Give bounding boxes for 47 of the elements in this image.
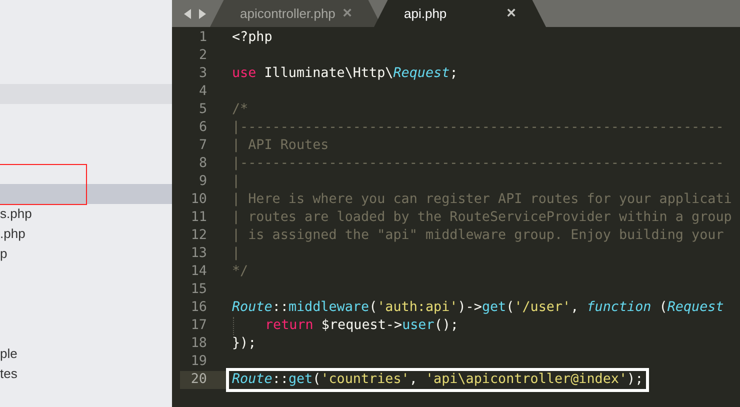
line-number: 5 [198, 101, 208, 119]
sidebar-item[interactable]: tes [0, 364, 172, 384]
code-line: | is assigned the "api" middleware group. Enjoy building your [232, 227, 724, 245]
line-number: 17 [190, 317, 208, 335]
line-number: 11 [190, 209, 208, 227]
sidebar-item[interactable]: s.php [0, 204, 172, 224]
code-line: | API Routes [232, 137, 329, 155]
line-number: 3 [198, 65, 208, 83]
line-number: 4 [198, 83, 208, 101]
code-line: use Illuminate\Http\Request; [232, 65, 458, 83]
line-number: 2 [198, 47, 208, 65]
code-line: | [232, 245, 240, 263]
line-number: 7 [198, 137, 208, 155]
close-icon[interactable]: × [506, 2, 516, 26]
line-number: 19 [190, 353, 208, 371]
editor-tab[interactable]: api.php × [374, 0, 546, 27]
line-number: 14 [190, 263, 208, 281]
back-arrow-icon[interactable] [184, 8, 192, 18]
code-line: <?php [232, 29, 272, 47]
code-line: Route::get('countries', 'api\apicontroller@index'); [232, 371, 644, 389]
code-line: | Here is where you can register API routes for your applicati [232, 191, 732, 209]
sidebar-item[interactable]: p [0, 244, 172, 264]
code-line: |------------------------------------------------------------ [232, 119, 724, 137]
tab-label: api.php [404, 4, 447, 23]
code-line: /* [232, 101, 248, 119]
sidebar-item[interactable]: .php [0, 224, 172, 244]
sidebar-item[interactable]: ple [0, 344, 172, 364]
code-line: | [232, 173, 240, 191]
line-number: 16 [190, 299, 208, 317]
code-line: Route::middleware('auth:api')->get('/user', function (Request [232, 299, 724, 317]
line-number: 6 [198, 119, 208, 137]
tab-label: apicontroller.php [240, 4, 336, 23]
forward-arrow-icon[interactable] [198, 8, 206, 18]
line-number: 13 [190, 245, 208, 263]
line-number: 20 [180, 371, 226, 389]
code-line: |------------------------------------------------------------ [232, 155, 724, 173]
line-number: 15 [190, 281, 208, 299]
code-line: | routes are loaded by the RouteServiceProvider within a group [232, 209, 732, 227]
line-number: 8 [198, 155, 208, 173]
line-number: 9 [198, 173, 208, 191]
code-line: }); [232, 335, 256, 353]
line-number: 10 [190, 191, 208, 209]
code-line: */ [232, 263, 248, 281]
code-line: return $request->user(); [232, 317, 458, 335]
line-number: 18 [190, 335, 208, 353]
line-number: 12 [190, 227, 208, 245]
line-number: 1 [198, 29, 208, 47]
